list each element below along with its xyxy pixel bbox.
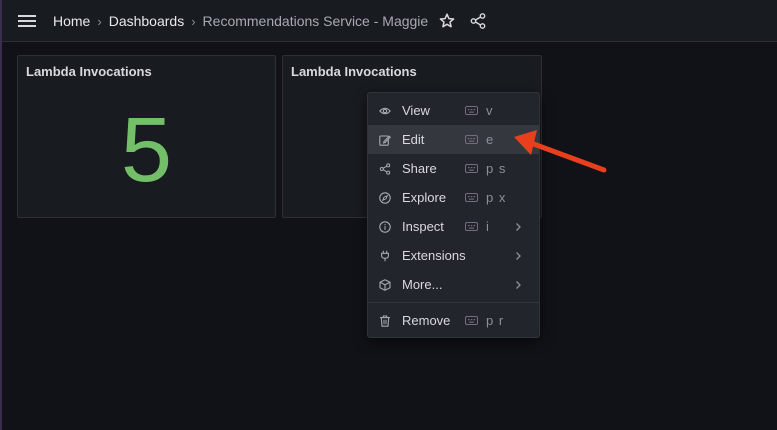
- stat-panel-lambda-invocations[interactable]: Lambda Invocations 5: [17, 55, 276, 218]
- menu-item-label: More...: [402, 277, 443, 292]
- panel-title: Lambda Invocations: [26, 64, 152, 79]
- top-navbar: Home › Dashboards › Recommendations Serv…: [2, 0, 777, 42]
- panel-title: Lambda Invocations: [291, 64, 417, 79]
- trash-icon: [380, 314, 390, 327]
- info-circle-icon: [379, 220, 391, 233]
- menu-item-inspect[interactable]: Inspect i: [368, 212, 539, 241]
- compass-icon: [379, 191, 391, 204]
- share-icon[interactable]: [469, 12, 487, 30]
- panel-context-menu: View v Edit e Share p s Explore p x Insp…: [367, 92, 540, 338]
- keyboard-icon: [465, 193, 478, 202]
- hamburger-menu-icon[interactable]: [16, 12, 38, 30]
- menu-item-label: Extensions: [402, 248, 466, 263]
- menu-item-view[interactable]: View v: [368, 96, 539, 125]
- menu-item-label: Edit: [402, 132, 425, 147]
- keyboard-icon: [465, 106, 478, 115]
- menu-item-remove[interactable]: Remove p r: [368, 306, 539, 335]
- menu-item-share[interactable]: Share p s: [368, 154, 539, 183]
- plug-icon: [381, 250, 389, 261]
- menu-item-label: Share: [402, 161, 437, 176]
- edit-icon: [379, 134, 391, 146]
- menu-item-more[interactable]: More...: [368, 270, 539, 299]
- menu-item-edit[interactable]: Edit e: [368, 125, 539, 154]
- eye-icon: [379, 107, 391, 114]
- shortcut-key: p s: [486, 161, 507, 176]
- share-icon: [379, 162, 391, 175]
- breadcrumb-current-dashboard: Recommendations Service - Maggie: [202, 13, 429, 29]
- keyboard-icon: [465, 222, 478, 231]
- menu-item-label: View: [402, 103, 430, 118]
- chevron-right-icon: [516, 222, 521, 231]
- keyboard-icon: [465, 135, 478, 144]
- breadcrumb: Home › Dashboards › Recommendations Serv…: [53, 13, 428, 29]
- menu-item-explore[interactable]: Explore p x: [368, 183, 539, 212]
- chevron-right-icon: ›: [97, 13, 102, 29]
- breadcrumb-home[interactable]: Home: [53, 13, 90, 29]
- chevron-right-icon: [516, 280, 521, 289]
- keyboard-icon: [465, 316, 478, 325]
- shortcut-key: p r: [486, 313, 505, 328]
- menu-item-label: Remove: [402, 313, 451, 328]
- cube-icon: [379, 278, 391, 291]
- shortcut-key: i: [486, 219, 490, 234]
- shortcut-key: p x: [486, 190, 507, 205]
- keyboard-icon: [465, 164, 478, 173]
- menu-item-extensions[interactable]: Extensions: [368, 241, 539, 270]
- star-icon[interactable]: [438, 12, 456, 30]
- menu-item-label: Explore: [402, 190, 447, 205]
- shortcut-key: v: [486, 103, 494, 118]
- shortcut-key: e: [486, 132, 495, 147]
- chevron-right-icon: ›: [191, 13, 196, 29]
- menu-item-label: Inspect: [402, 219, 444, 234]
- app-frame: Home › Dashboards › Recommendations Serv…: [0, 0, 777, 430]
- chevron-right-icon: [516, 251, 521, 260]
- breadcrumb-dashboards[interactable]: Dashboards: [109, 13, 185, 29]
- menu-divider: [368, 302, 539, 303]
- stat-value: 5: [120, 99, 173, 201]
